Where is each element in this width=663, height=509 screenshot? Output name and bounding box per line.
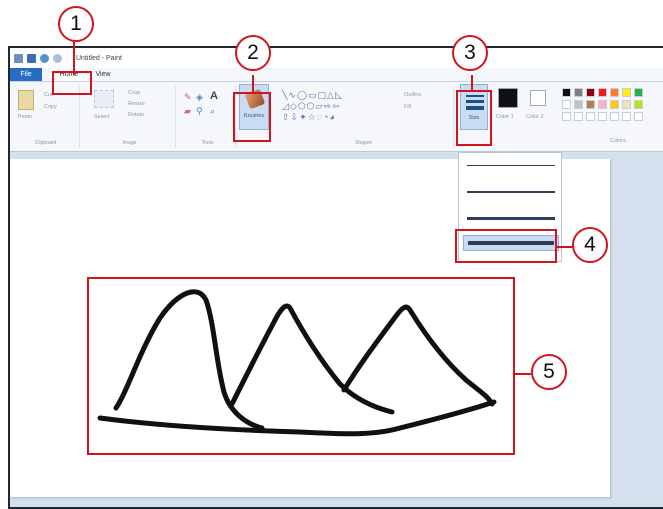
leader-line-1	[73, 41, 75, 75]
highlight-size-option	[455, 229, 557, 263]
callout-3: 3	[452, 35, 488, 71]
highlight-size	[456, 90, 492, 146]
highlight-brushes	[233, 92, 271, 142]
callout-4: 4	[572, 227, 608, 263]
callout-5: 5	[531, 354, 567, 390]
callout-2: 2	[235, 35, 271, 71]
leader-line-5	[515, 373, 531, 375]
highlight-drawing	[87, 277, 515, 455]
leader-line-3	[471, 75, 473, 91]
leader-line-2	[252, 75, 254, 93]
callout-1: 1	[58, 6, 94, 42]
highlight-home-tab	[52, 71, 92, 95]
